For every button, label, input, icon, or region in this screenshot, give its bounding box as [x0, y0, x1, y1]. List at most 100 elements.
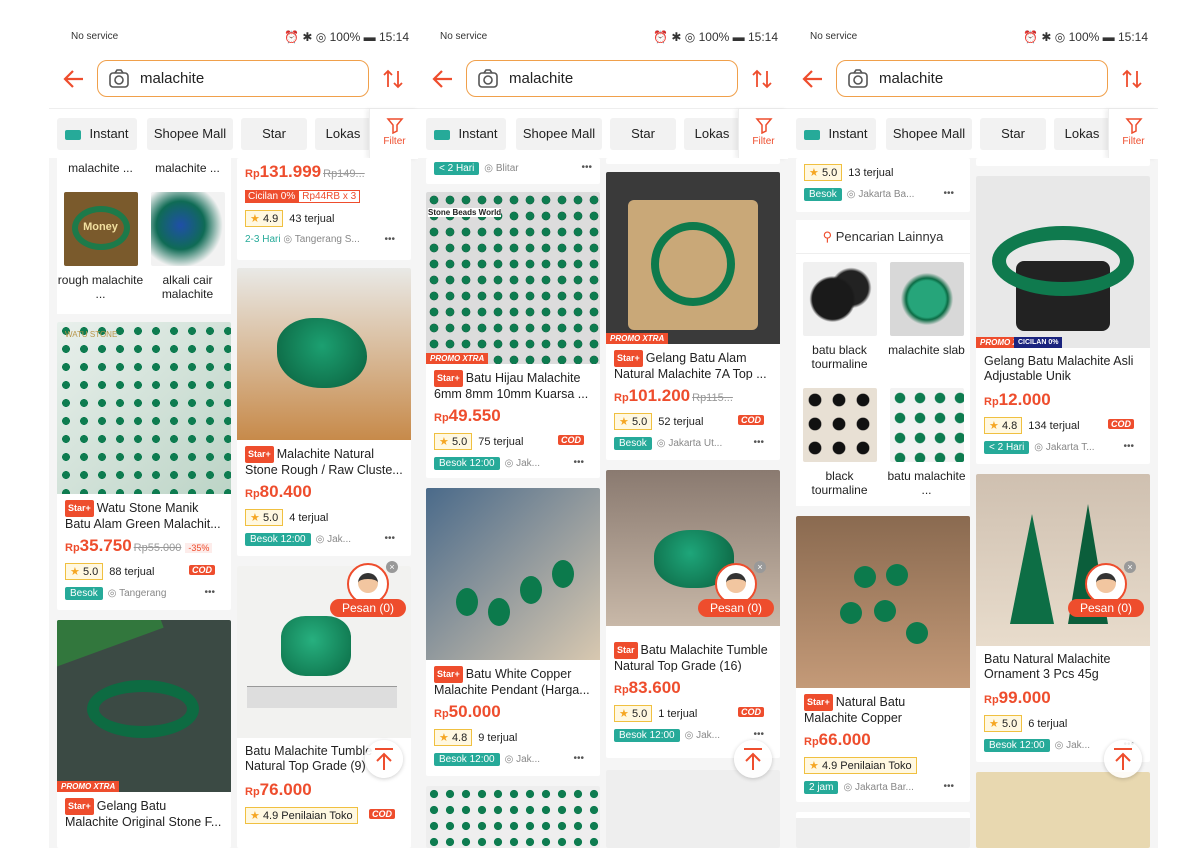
camera-icon[interactable] — [847, 68, 869, 90]
product-image: PROMO XTRA CICILAN 0% — [976, 176, 1150, 348]
search-input[interactable]: malachite — [97, 60, 369, 97]
product-card[interactable]: PROMO XTRA Star+ Gelang Batu Malachite Or… — [57, 620, 231, 848]
status-bar: No service ⏰ ✱ ◎ 100% ▬ 15:14 — [788, 0, 1158, 56]
filter-button[interactable]: Filter — [738, 109, 788, 159]
suggestion-item[interactable]: Money rough malachite ... — [57, 192, 144, 301]
status-right: ⏰ ✱ ◎ 100% ▬ 15:14 — [653, 30, 778, 44]
product-card[interactable]: Star+Natural Batu Malachite Copper Penda… — [796, 516, 970, 802]
back-arrow-icon[interactable] — [800, 66, 826, 92]
filter-button[interactable]: Filter — [1108, 109, 1158, 159]
back-arrow-icon[interactable] — [430, 66, 456, 92]
product-shipping: 2-3 Hari ◎ Tangerang S... ••• — [245, 234, 395, 245]
product-card[interactable]: Stone Beads World PROMO XTRA Star+ Batu H… — [426, 192, 600, 478]
chip-instant[interactable]: Instant — [796, 118, 876, 150]
chip-lokasi[interactable]: Lokas — [1054, 118, 1110, 150]
chip-shopee-mall[interactable]: Shopee Mall — [886, 118, 972, 150]
camera-icon[interactable] — [108, 68, 130, 90]
chip-shopee-mall[interactable]: Shopee Mall — [147, 118, 233, 150]
screen-3: No service ⏰ ✱ ◎ 100% ▬ 15:14 malachite … — [788, 0, 1158, 848]
more-icon[interactable]: ••• — [581, 162, 592, 173]
suggestion-item[interactable]: batu malachite ... — [883, 388, 970, 497]
product-rating: ★ 4.9 43 terjual — [245, 210, 403, 227]
product-info: Star+ Gelang Batu Malachite Original Ston… — [57, 798, 231, 828]
scroll-top-icon[interactable] — [365, 740, 403, 778]
product-card[interactable] — [796, 812, 970, 848]
chat-pesan-button[interactable]: Pesan (0) × — [330, 561, 406, 623]
camera-icon[interactable] — [477, 68, 499, 90]
more-icon[interactable]: ••• — [753, 729, 764, 740]
chip-star[interactable]: Star — [241, 118, 307, 150]
more-icon[interactable]: ••• — [943, 188, 954, 199]
sort-icon[interactable] — [381, 67, 405, 91]
chip-instant[interactable]: Instant — [426, 118, 506, 150]
product-card[interactable]: PROMO XTRA Star+ Gelang Batu Alam Natural… — [606, 172, 780, 460]
product-title: Batu Natural Malachite Ornament 3 Pcs 45… — [984, 652, 1111, 681]
suggestion-item[interactable]: malachite slab — [883, 262, 970, 357]
chip-lokasi[interactable]: Lokas — [315, 118, 371, 150]
sort-icon[interactable] — [1120, 67, 1144, 91]
more-icon[interactable]: ••• — [573, 753, 584, 764]
scroll-top-icon[interactable] — [1104, 740, 1142, 778]
suggestion-item[interactable]: batu black tourmaline — [796, 262, 883, 371]
promo-xtra-badge: PROMO XTRA — [57, 781, 120, 792]
product-card[interactable] — [606, 158, 780, 164]
search-query: malachite — [879, 70, 944, 87]
product-card[interactable] — [606, 770, 780, 848]
suggestion-item[interactable]: malachite ... — [144, 161, 231, 175]
product-price: Rp12.000 — [984, 390, 1051, 409]
product-rating: ★ 5.0 6 terjual — [984, 715, 1142, 732]
product-info: Star Batu Malachite Tumble Natural Top Gr… — [606, 642, 780, 742]
chip-lokasi[interactable]: Lokas — [684, 118, 740, 150]
chat-pesan-button[interactable]: Pesan (0) × — [1068, 561, 1144, 623]
product-card[interactable]: Star+ Malachite Natural Stone Rough / Raw… — [237, 268, 411, 556]
more-searches-header: ⚲ Pencarian Lainnya — [796, 220, 970, 254]
chip-star[interactable]: Star — [980, 118, 1046, 150]
chip-shopee-mall[interactable]: Shopee Mall — [516, 118, 602, 150]
product-card[interactable]: WATU STONE Star+ Watu Stone Manik Batu Al… — [57, 322, 231, 610]
suggestion-item[interactable]: alkali cair malachite — [144, 192, 231, 301]
close-icon[interactable]: × — [1124, 561, 1136, 573]
product-shipping: < 2 Hari ◎ Blitar ••• — [434, 162, 592, 175]
back-arrow-icon[interactable] — [61, 66, 87, 92]
product-rating: ★ 5.0 88 terjual COD — [65, 563, 223, 580]
product-shipping: Besok 12:00◎ Jak...••• — [434, 457, 592, 470]
suggestion-item[interactable]: malachite ... — [57, 161, 144, 175]
chip-star[interactable]: Star — [610, 118, 676, 150]
search-input[interactable]: malachite — [466, 60, 738, 97]
more-icon[interactable]: ••• — [384, 234, 395, 245]
filter-chips: Instant Shopee Mall Star Lokas Filter — [418, 108, 788, 159]
status-carrier: No service — [440, 31, 488, 42]
more-icon[interactable]: ••• — [384, 533, 395, 544]
product-card[interactable] — [976, 772, 1150, 848]
product-rating: ★ 5.0 4 terjual — [245, 509, 403, 526]
suggestion-item[interactable]: black tourmaline — [796, 388, 883, 497]
product-shipping: 2 jam ◎ Jakarta Bar... ••• — [804, 781, 962, 794]
more-icon[interactable]: ••• — [204, 587, 215, 598]
product-card[interactable]: PROMO XTRA CICILAN 0% Gelang Batu Malach… — [976, 176, 1150, 464]
product-image — [237, 268, 411, 440]
product-card[interactable] — [426, 786, 600, 848]
product-rating: ★ 5.0 52 terjual COD — [614, 413, 772, 430]
filter-button[interactable]: Filter — [369, 109, 419, 159]
chat-pesan-button[interactable]: Pesan (0) × — [698, 561, 774, 623]
product-title: Star+ Batu White Copper Malachite Pendant… — [434, 666, 590, 696]
more-icon[interactable]: ••• — [753, 437, 764, 448]
close-icon[interactable]: × — [754, 561, 766, 573]
more-icon[interactable]: ••• — [1123, 441, 1134, 452]
scroll-top-icon[interactable] — [734, 740, 772, 778]
chat-label: Pesan (0) — [1068, 599, 1144, 617]
search-input[interactable]: malachite — [836, 60, 1108, 97]
product-price: Rp131.999 Rp149... — [245, 162, 365, 181]
close-icon[interactable]: × — [386, 561, 398, 573]
product-image — [426, 786, 600, 848]
chip-instant[interactable]: Instant — [57, 118, 137, 150]
product-card[interactable]: Star+ Batu White Copper Malachite Pendant… — [426, 488, 600, 776]
product-card[interactable]: ★ 5.0 13 terjual Besok ◎ Jakarta Ba... ••• — [796, 158, 970, 212]
product-card[interactable] — [976, 158, 1150, 166]
more-icon[interactable]: ••• — [943, 781, 954, 792]
product-card[interactable]: < 2 Hari ◎ Blitar ••• — [426, 158, 600, 184]
search-row: malachite — [788, 56, 1158, 108]
product-card[interactable]: Rp131.999 Rp149... Cicilan 0% Rp44RB x 3 ★… — [237, 158, 411, 260]
more-icon[interactable]: ••• — [573, 457, 584, 468]
sort-icon[interactable] — [750, 67, 774, 91]
